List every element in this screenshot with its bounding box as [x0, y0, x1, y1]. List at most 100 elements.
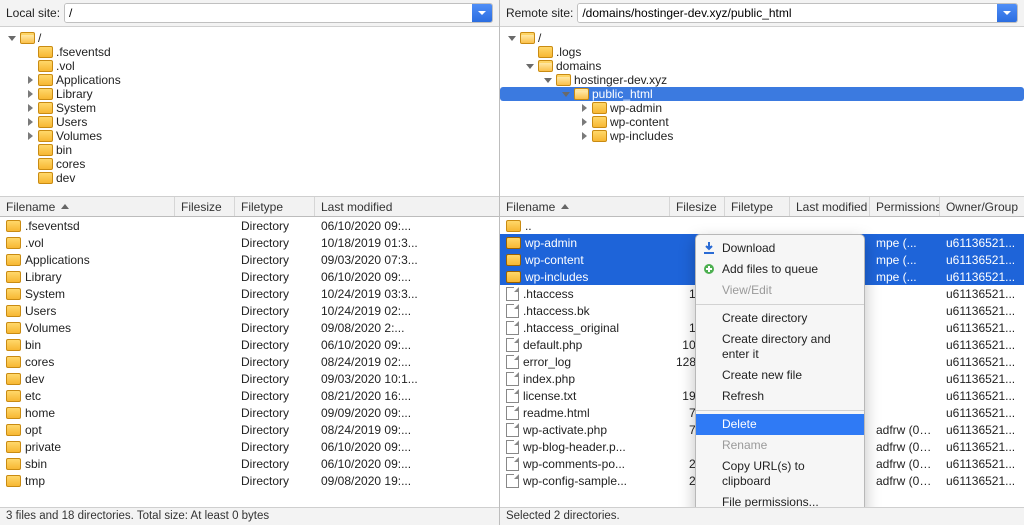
- tree-node[interactable]: wp-admin: [500, 101, 1024, 115]
- table-row[interactable]: tmpDirectory09/08/2020 19:...: [0, 472, 499, 489]
- menu-item[interactable]: Create directory and enter it: [696, 329, 864, 365]
- tree-node[interactable]: Applications: [0, 73, 499, 87]
- chevron-right-icon[interactable]: [580, 104, 589, 113]
- file-type: Directory: [235, 253, 315, 267]
- table-row[interactable]: SystemDirectory10/24/2019 03:3...: [0, 285, 499, 302]
- tree-node[interactable]: wp-content: [500, 115, 1024, 129]
- local-list[interactable]: .fseventsdDirectory06/10/2020 09:....vol…: [0, 217, 499, 507]
- folder-icon: [6, 407, 21, 419]
- table-row[interactable]: homeDirectory09/09/2020 09:...: [0, 404, 499, 421]
- folder-icon: [38, 144, 53, 156]
- table-row[interactable]: devDirectory09/03/2020 10:1...: [0, 370, 499, 387]
- dropdown-icon[interactable]: [472, 4, 492, 22]
- menu-item[interactable]: Create directory: [696, 308, 864, 329]
- file-icon: [506, 406, 519, 420]
- tree-node[interactable]: Users: [0, 115, 499, 129]
- col-filesize[interactable]: Filesize: [670, 197, 725, 216]
- remote-path-input[interactable]: [578, 4, 997, 22]
- remote-list[interactable]: ..wp-adminmpe (...u61136521...wp-content…: [500, 217, 1024, 507]
- col-filetype[interactable]: Filetype: [235, 197, 315, 216]
- tree-node[interactable]: Volumes: [0, 129, 499, 143]
- table-row[interactable]: VolumesDirectory09/08/2020 2:...: [0, 319, 499, 336]
- chevron-right-icon[interactable]: [26, 90, 35, 99]
- download-icon: [702, 241, 716, 255]
- tree-node[interactable]: .fseventsd: [0, 45, 499, 59]
- folder-icon: [38, 46, 53, 58]
- file-name: Volumes: [25, 321, 71, 335]
- tree-node[interactable]: /: [500, 31, 1024, 45]
- table-row[interactable]: ..: [500, 217, 1024, 234]
- file-name: cores: [25, 355, 54, 369]
- file-name: tmp: [25, 474, 45, 488]
- chevron-right-icon[interactable]: [26, 76, 35, 85]
- remote-tree[interactable]: /.logsdomainshostinger-dev.xyzpublic_htm…: [500, 27, 1024, 197]
- local-path-input[interactable]: [65, 4, 472, 22]
- file-name: private: [25, 440, 61, 454]
- table-row[interactable]: LibraryDirectory06/10/2020 09:...: [0, 268, 499, 285]
- chevron-down-icon[interactable]: [562, 90, 571, 99]
- table-row[interactable]: binDirectory06/10/2020 09:...: [0, 336, 499, 353]
- col-filename[interactable]: Filename: [0, 197, 175, 216]
- col-owner[interactable]: Owner/Group: [940, 197, 1024, 216]
- tree-label: dev: [56, 171, 75, 185]
- menu-item[interactable]: Delete: [696, 414, 864, 435]
- chevron-right-icon[interactable]: [26, 118, 35, 127]
- table-row[interactable]: .fseventsdDirectory06/10/2020 09:...: [0, 217, 499, 234]
- tree-label: .logs: [556, 45, 581, 59]
- remote-path-combo[interactable]: [577, 3, 1018, 23]
- file-type: Directory: [235, 389, 315, 403]
- folder-icon: [20, 32, 35, 44]
- table-row[interactable]: etcDirectory08/21/2020 16:...: [0, 387, 499, 404]
- tree-node[interactable]: .logs: [500, 45, 1024, 59]
- file-icon: [506, 389, 519, 403]
- table-row[interactable]: UsersDirectory10/24/2019 02:...: [0, 302, 499, 319]
- col-permissions[interactable]: Permissions: [870, 197, 940, 216]
- col-filetype[interactable]: Filetype: [725, 197, 790, 216]
- tree-node[interactable]: cores: [0, 157, 499, 171]
- dropdown-icon[interactable]: [997, 4, 1017, 22]
- col-filesize[interactable]: Filesize: [175, 197, 235, 216]
- col-filename[interactable]: Filename: [500, 197, 670, 216]
- menu-item[interactable]: File permissions...: [696, 492, 864, 507]
- file-name: bin: [25, 338, 41, 352]
- col-modified[interactable]: Last modified: [315, 197, 499, 216]
- local-tree[interactable]: /.fseventsd.volApplicationsLibrarySystem…: [0, 27, 499, 197]
- tree-node[interactable]: Library: [0, 87, 499, 101]
- chevron-right-icon[interactable]: [26, 132, 35, 141]
- tree-node[interactable]: dev: [0, 171, 499, 185]
- menu-item: View/Edit: [696, 280, 864, 301]
- menu-item[interactable]: Refresh: [696, 386, 864, 407]
- chevron-down-icon[interactable]: [508, 34, 517, 43]
- file-name: wp-includes: [525, 270, 588, 284]
- table-row[interactable]: coresDirectory08/24/2019 02:...: [0, 353, 499, 370]
- table-row[interactable]: .volDirectory10/18/2019 01:3...: [0, 234, 499, 251]
- chevron-down-icon[interactable]: [526, 62, 535, 71]
- col-modified[interactable]: Last modified: [790, 197, 870, 216]
- tree-node[interactable]: bin: [0, 143, 499, 157]
- tree-label: System: [56, 101, 96, 115]
- tree-node[interactable]: .vol: [0, 59, 499, 73]
- menu-item[interactable]: Add files to queue: [696, 259, 864, 280]
- table-row[interactable]: ApplicationsDirectory09/03/2020 07:3...: [0, 251, 499, 268]
- folder-icon: [538, 60, 553, 72]
- menu-item[interactable]: Create new file: [696, 365, 864, 386]
- menu-item[interactable]: Copy URL(s) to clipboard: [696, 456, 864, 492]
- tree-node[interactable]: System: [0, 101, 499, 115]
- tree-node[interactable]: /: [0, 31, 499, 45]
- table-row[interactable]: privateDirectory06/10/2020 09:...: [0, 438, 499, 455]
- tree-node[interactable]: public_html: [500, 87, 1024, 101]
- local-path-combo[interactable]: [64, 3, 493, 23]
- chevron-right-icon[interactable]: [26, 104, 35, 113]
- tree-node[interactable]: wp-includes: [500, 129, 1024, 143]
- table-row[interactable]: optDirectory08/24/2019 09:...: [0, 421, 499, 438]
- tree-node[interactable]: hostinger-dev.xyz: [500, 73, 1024, 87]
- chevron-down-icon[interactable]: [544, 76, 553, 85]
- chevron-down-icon[interactable]: [8, 34, 17, 43]
- folder-icon: [6, 356, 21, 368]
- chevron-right-icon[interactable]: [580, 132, 589, 141]
- chevron-right-icon[interactable]: [580, 118, 589, 127]
- menu-item[interactable]: Download: [696, 238, 864, 259]
- remote-path-bar: Remote site:: [500, 0, 1024, 27]
- tree-node[interactable]: domains: [500, 59, 1024, 73]
- table-row[interactable]: sbinDirectory06/10/2020 09:...: [0, 455, 499, 472]
